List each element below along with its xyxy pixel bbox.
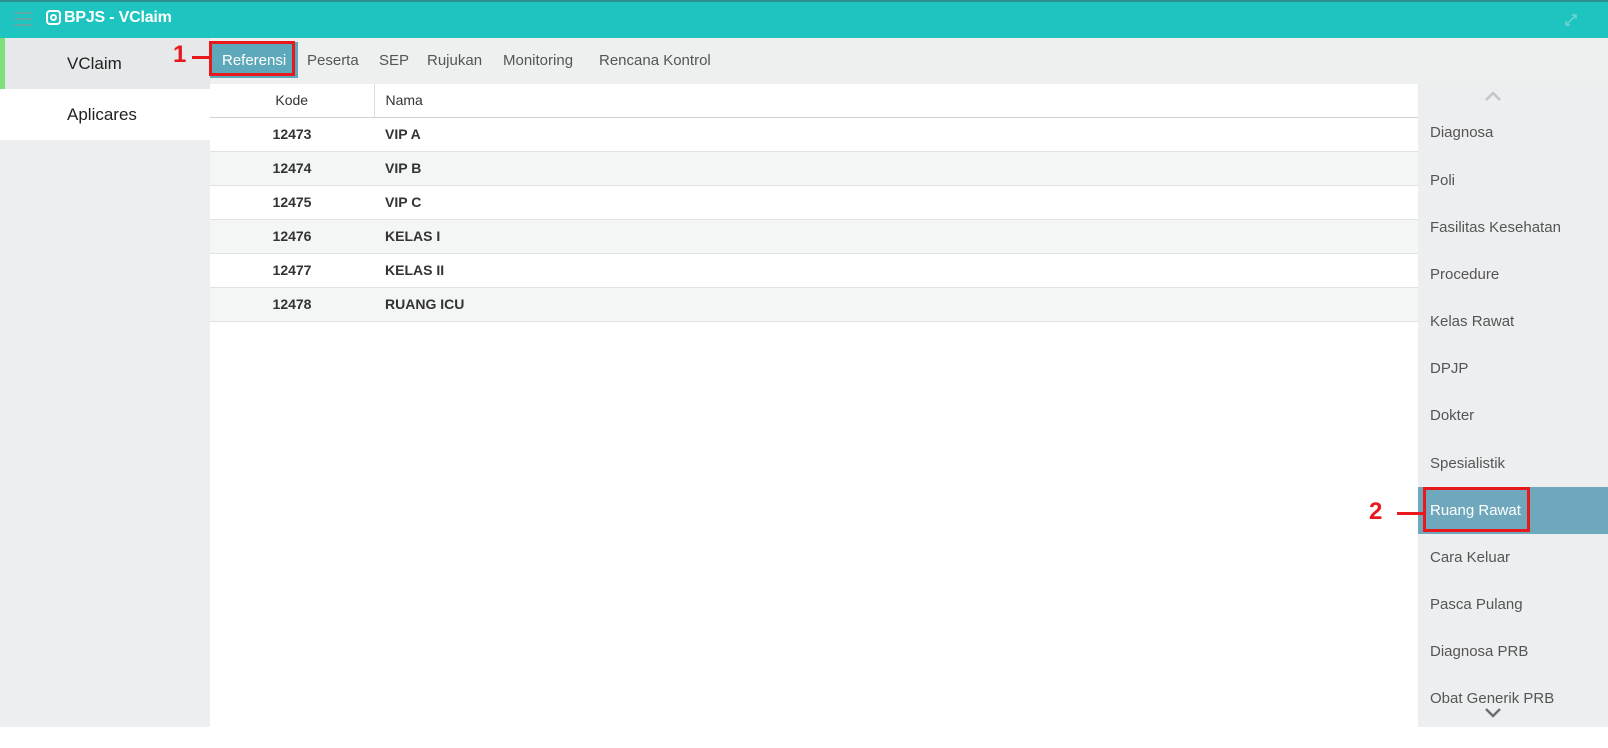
- column-header-kode[interactable]: Kode: [210, 84, 375, 118]
- menu-item-diagnosa[interactable]: Diagnosa: [1418, 109, 1608, 156]
- menu-item-fasilitas-kesehatan[interactable]: Fasilitas Kesehatan: [1418, 204, 1608, 251]
- cell-kode: 12475: [210, 185, 374, 220]
- menu-item-cara-keluar[interactable]: Cara Keluar: [1418, 534, 1608, 581]
- tab-rencana-kontrol[interactable]: Rencana Kontrol: [587, 42, 723, 78]
- menu-item-dpjp[interactable]: DPJP: [1418, 345, 1608, 392]
- app-title: BPJS - VClaim: [64, 9, 172, 26]
- table-row[interactable]: 12478 RUANG ICU: [210, 287, 1418, 322]
- menu-item-dokter[interactable]: Dokter: [1418, 392, 1608, 439]
- cell-nama: RUANG ICU: [374, 287, 1418, 322]
- annotation-number-1: 1: [173, 41, 187, 68]
- cell-kode: 12474: [210, 151, 374, 186]
- cell-nama: KELAS I: [374, 219, 1418, 254]
- annotation-number-2: 2: [1369, 498, 1383, 525]
- cell-kode: 12477: [210, 253, 374, 288]
- bpjs-logo-icon: [46, 10, 61, 25]
- menu-item-kelas-rawat[interactable]: Kelas Rawat: [1418, 298, 1608, 345]
- table-header-row: Kode Nama: [210, 84, 1418, 118]
- cell-nama: VIP A: [374, 117, 1418, 152]
- hamburger-icon[interactable]: [14, 12, 32, 26]
- menu-item-pasca-pulang[interactable]: Pasca Pulang: [1418, 581, 1608, 628]
- chevron-down-icon[interactable]: [1484, 706, 1502, 718]
- menu-item-poli[interactable]: Poli: [1418, 157, 1608, 204]
- table-row[interactable]: 12476 KELAS I: [210, 219, 1418, 254]
- tab-monitoring[interactable]: Monitoring: [491, 42, 585, 78]
- expand-icon[interactable]: [1564, 13, 1578, 27]
- nav-item-label: VClaim: [67, 53, 122, 73]
- tab-sep[interactable]: SEP: [367, 42, 421, 78]
- referensi-table-panel: Kode Nama 12473 VIP A 12474 VIP B 12475 …: [210, 84, 1418, 748]
- cell-kode: 12478: [210, 287, 374, 322]
- menu-item-diagnosa-prb[interactable]: Diagnosa PRB: [1418, 628, 1608, 675]
- nav-item-aplicares[interactable]: Aplicares: [0, 89, 210, 140]
- tab-bar: Referensi Peserta SEP Rujukan Monitoring…: [210, 38, 1608, 84]
- table-row[interactable]: 12477 KELAS II: [210, 253, 1418, 288]
- cell-kode: 12473: [210, 117, 374, 152]
- menu-item-procedure[interactable]: Procedure: [1418, 251, 1608, 298]
- referensi-side-menu: Diagnosa Poli Fasilitas Kesehatan Proced…: [1418, 84, 1608, 748]
- cell-nama: KELAS II: [374, 253, 1418, 288]
- menu-item-ruang-rawat[interactable]: Ruang Rawat: [1418, 487, 1608, 534]
- cell-kode: 12476: [210, 219, 374, 254]
- table-row[interactable]: 12473 VIP A: [210, 117, 1418, 152]
- table-row[interactable]: 12474 VIP B: [210, 151, 1418, 186]
- title-bar: BPJS - VClaim: [0, 0, 1608, 38]
- bottom-strip: [0, 727, 1608, 748]
- cell-nama: VIP C: [374, 185, 1418, 220]
- annotation-line-1: [192, 56, 209, 59]
- tab-rujukan[interactable]: Rujukan: [415, 42, 494, 78]
- annotation-line-2: [1397, 512, 1423, 515]
- column-header-nama[interactable]: Nama: [374, 84, 1418, 118]
- cell-nama: VIP B: [374, 151, 1418, 186]
- ruang-rawat-table: Kode Nama 12473 VIP A 12474 VIP B 12475 …: [210, 84, 1418, 322]
- tab-referensi[interactable]: Referensi: [210, 42, 299, 78]
- menu-item-obat-generik-prb[interactable]: Obat Generik PRB: [1418, 675, 1608, 722]
- left-nav: VClaim Aplicares: [0, 38, 210, 748]
- tab-peserta[interactable]: Peserta: [295, 42, 371, 78]
- menu-item-spesialistik[interactable]: Spesialistik: [1418, 440, 1608, 487]
- chevron-up-icon[interactable]: [1484, 90, 1502, 102]
- table-row[interactable]: 12475 VIP C: [210, 185, 1418, 220]
- nav-item-label: Aplicares: [67, 104, 137, 124]
